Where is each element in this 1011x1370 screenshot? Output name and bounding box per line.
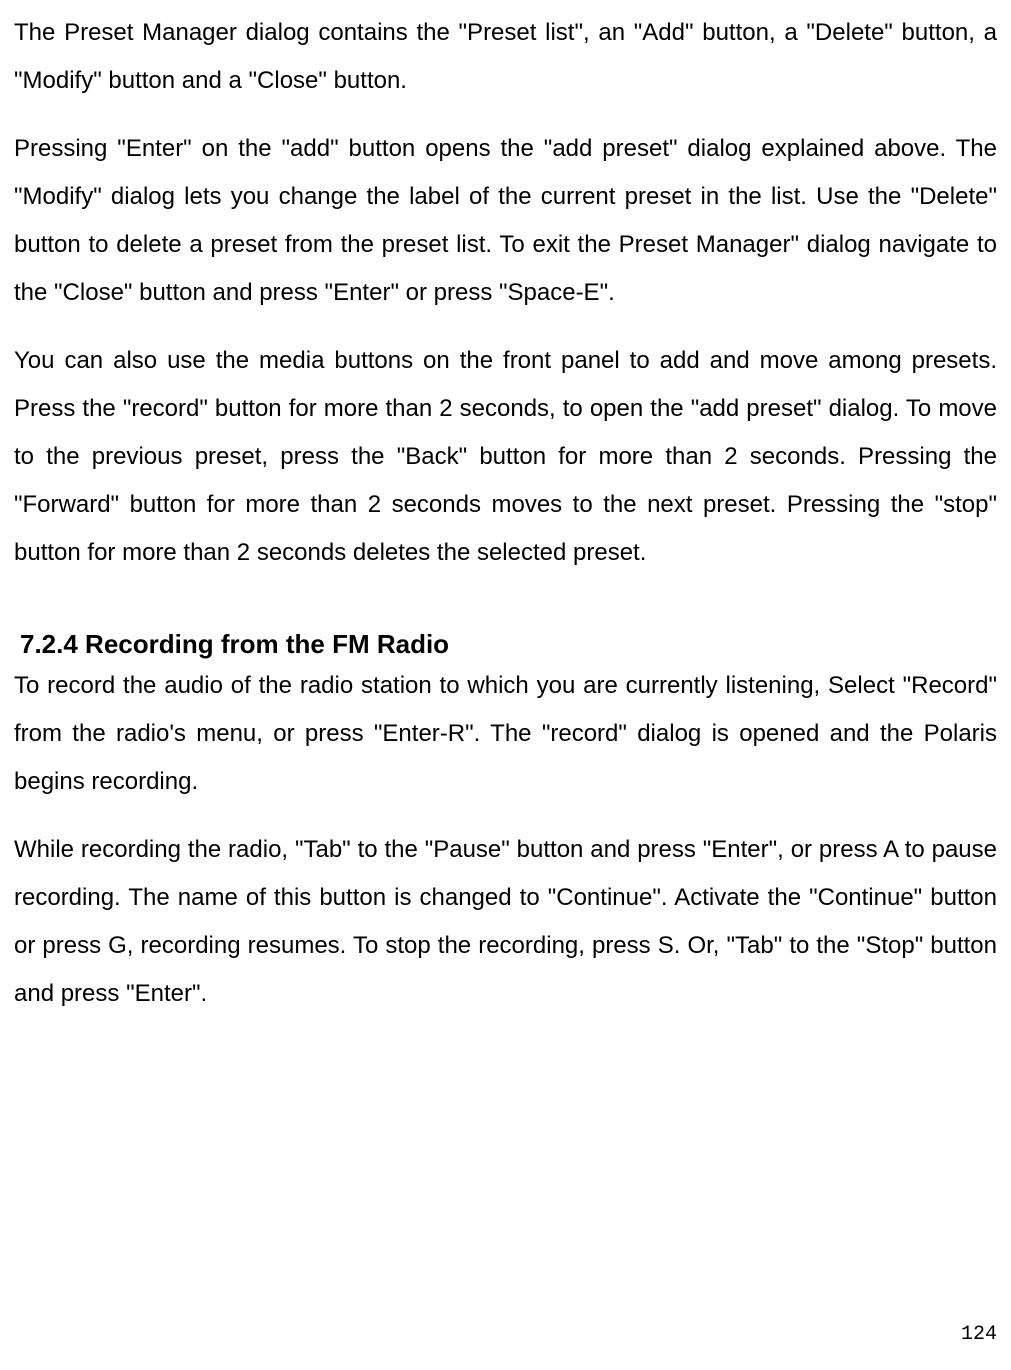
body-paragraph: While recording the radio, "Tab" to the …	[14, 826, 997, 1018]
page-content: The Preset Manager dialog contains the "…	[14, 9, 997, 1038]
document-page: The Preset Manager dialog contains the "…	[0, 0, 1011, 1370]
page-number: 124	[961, 1323, 997, 1346]
section-heading: 7.2.4 Recording from the FM Radio	[14, 629, 997, 660]
body-paragraph: You can also use the media buttons on th…	[14, 337, 997, 577]
body-paragraph: The Preset Manager dialog contains the "…	[14, 9, 997, 105]
body-paragraph: To record the audio of the radio station…	[14, 662, 997, 806]
body-paragraph: Pressing "Enter" on the "add" button ope…	[14, 125, 997, 317]
